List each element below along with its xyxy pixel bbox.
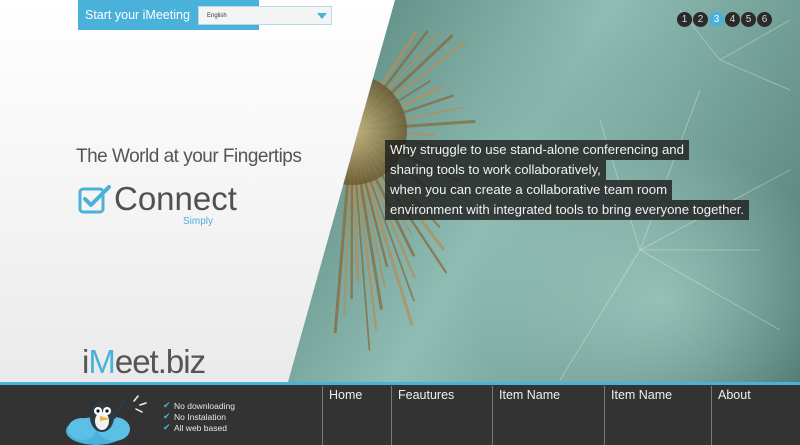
nav-label: Feautures [398,388,455,402]
pager-dot-6[interactable]: 6 [757,12,772,27]
nav-label: Item Name [611,388,673,402]
language-value: English [207,12,227,19]
imeet-logo[interactable]: iMeet.biz [82,342,206,382]
connect-heading: Connect [78,180,237,218]
pager-dot-2[interactable]: 2 [693,12,708,27]
hero-quote: Why struggle to use stand-alone conferen… [385,140,750,220]
logo-text-accent: M [88,343,115,380]
nav-item-features[interactable]: Feautures [391,386,491,445]
bird-mascot-icon [66,395,147,445]
nav-item-item-name-1[interactable]: Item Name [492,386,602,445]
feature-label: No Instalation [174,411,226,422]
nav-label: Home [329,388,363,402]
start-meeting-bar: Start your iMeeting English [78,0,332,30]
feature-label: All web based [174,422,227,433]
feature-item: ✔ No downloading [163,400,235,411]
nav-item-home[interactable]: Home [322,386,394,445]
quote-line: when you can create a collaborative team… [385,180,673,200]
feature-label: No downloading [174,400,235,411]
pager-dot-3[interactable]: 3 [709,12,724,27]
connect-word: Connect [114,180,237,217]
check-icon: ✔ [163,422,171,433]
pager-dot-1[interactable]: 1 [677,12,692,27]
check-icon: ✔ [163,400,171,411]
simply-subline: Simply [183,216,214,227]
nav-label: Item Name [499,388,561,402]
quote-line: sharing tools to work collaboratively, [385,160,606,180]
feature-item: ✔ All web based [163,422,235,433]
pager-dot-4[interactable]: 4 [725,12,740,27]
pager-dot-5[interactable]: 5 [741,12,756,27]
feature-item: ✔ No Instalation [163,411,235,422]
quote-line: Why struggle to use stand-alone conferen… [385,140,689,160]
checkbox-check-icon [78,185,111,214]
quote-line: environment with integrated tools to bri… [385,200,750,220]
language-select[interactable]: English [198,6,332,25]
chevron-down-icon [317,13,327,19]
logo-text-post: eet.biz [114,343,206,380]
feature-list: ✔ No downloading ✔ No Instalation ✔ All … [163,400,235,433]
nav-item-item-name-2[interactable]: Item Name [604,386,710,445]
nav-item-about[interactable]: About [711,386,800,445]
slide-pager: 1 2 3 4 5 6 [677,12,772,27]
hero-tagline: The World at your Fingertips [76,146,302,167]
hero-banner: Start your iMeeting English 1 2 3 4 5 6 … [0,0,800,382]
check-icon: ✔ [163,411,171,422]
nav-label: About [718,388,751,402]
start-meeting-label: Start your iMeeting [85,8,190,22]
